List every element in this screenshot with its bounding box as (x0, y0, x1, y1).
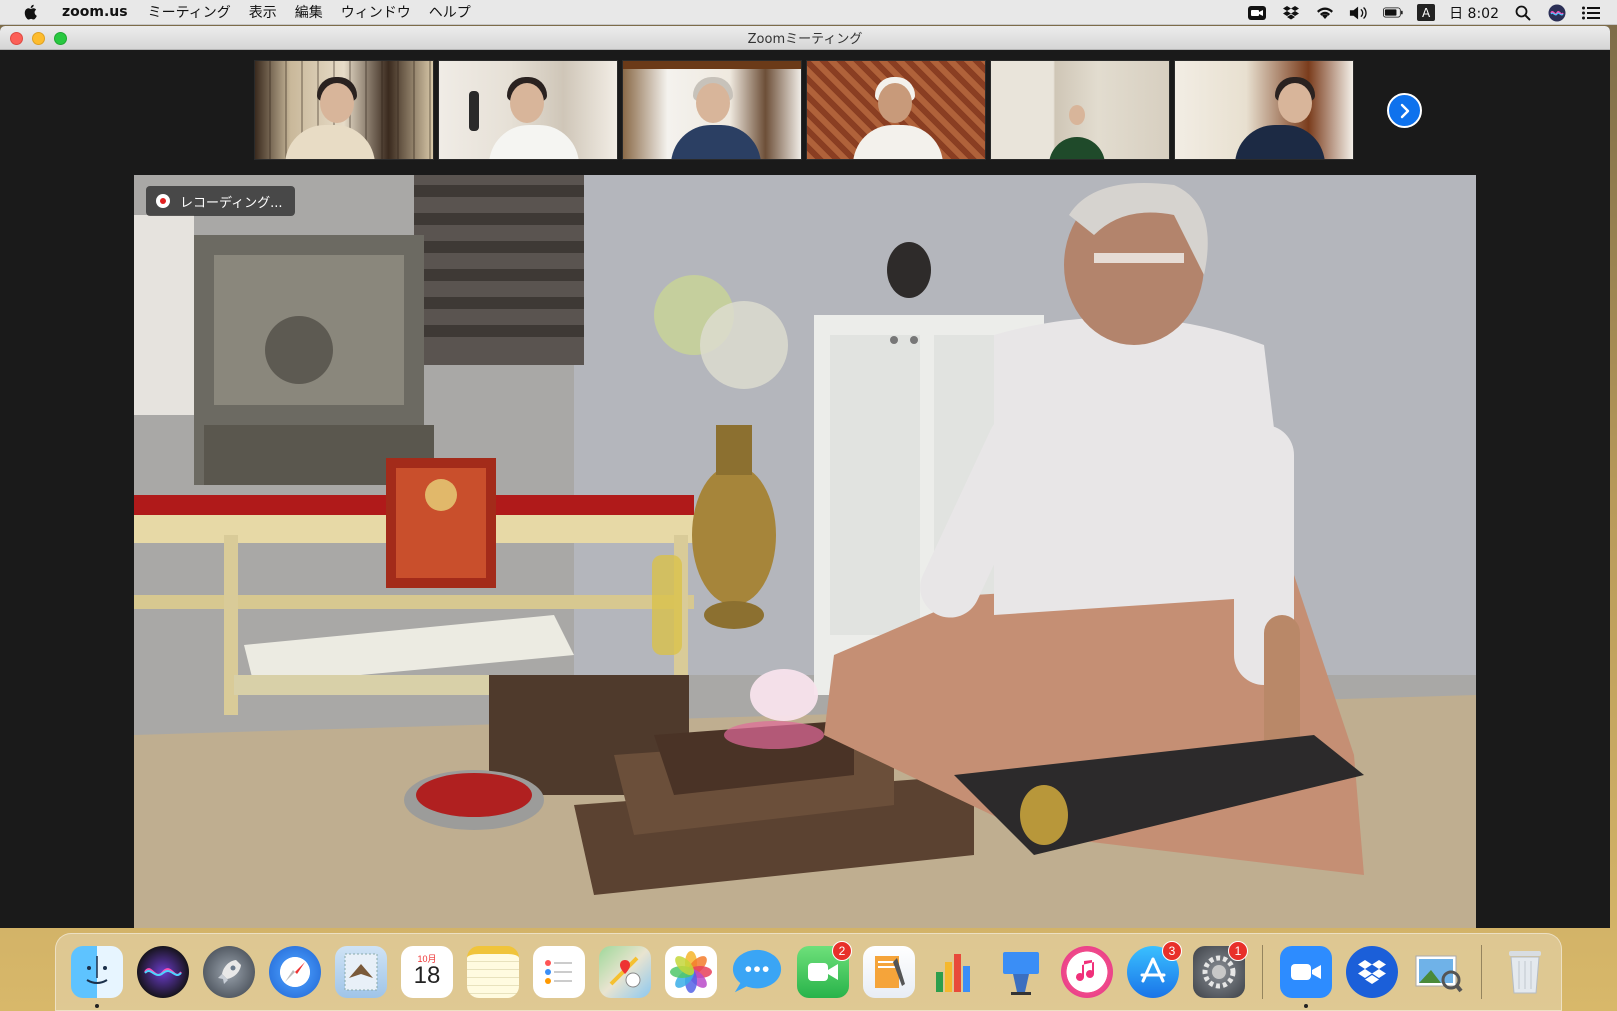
wifi-icon[interactable] (1315, 5, 1335, 21)
notification-center-icon[interactable] (1581, 5, 1601, 21)
compass-icon (269, 946, 321, 998)
dock-system-preferences[interactable]: 1 (1190, 941, 1248, 1001)
siri-icon (137, 946, 189, 998)
trash-icon (1499, 946, 1551, 998)
menu-bar: zoom.us ミーティング 表示 編集 ウィンドウ ヘルプ A 日 8:02 (0, 0, 1617, 25)
dock-reminders[interactable] (530, 943, 588, 1001)
input-method-indicator[interactable]: A (1417, 4, 1436, 21)
volume-icon[interactable] (1349, 5, 1369, 21)
recording-label: レコーディング... (180, 195, 283, 211)
dropbox-status-icon[interactable] (1281, 5, 1301, 21)
active-speaker-video[interactable]: レコーディング... (134, 175, 1476, 928)
dock-finder[interactable] (68, 943, 126, 1008)
window-title: Zoomミーティング (747, 32, 863, 47)
dock-pages[interactable] (860, 943, 918, 1001)
dock-siri[interactable] (134, 943, 192, 1001)
window-titlebar[interactable]: Zoomミーティング (0, 26, 1610, 50)
facetime-badge: 2 (832, 941, 852, 961)
dock-app-store[interactable]: 3 (1124, 941, 1182, 1001)
keynote-podium-icon (995, 946, 1047, 998)
participant-thumbnail[interactable] (990, 60, 1170, 160)
dock-separator (1262, 945, 1263, 999)
reminders-icon (533, 946, 585, 998)
next-page-button[interactable] (1387, 93, 1422, 128)
record-icon (156, 194, 170, 208)
speaker-video-frame (134, 175, 1476, 928)
dropbox-icon (1346, 946, 1398, 998)
participant-thumbnail[interactable] (806, 60, 986, 160)
zoom-status-icon[interactable] (1247, 5, 1267, 21)
bar-chart-icon (929, 946, 981, 998)
eagle-stamp-icon (335, 946, 387, 998)
menu-meeting[interactable]: ミーティング (148, 2, 231, 22)
zoom-meeting-window: Zoomミーティング レコーディング... (0, 26, 1610, 928)
app-menu[interactable]: zoom.us (62, 4, 128, 20)
calendar-day: 18 (413, 962, 441, 989)
dock-launchpad[interactable] (200, 943, 258, 1001)
dock-trash[interactable] (1496, 943, 1554, 1001)
dock-messages[interactable] (728, 943, 786, 1001)
dock-zoom[interactable] (1277, 943, 1335, 1008)
dock-numbers[interactable] (926, 943, 984, 1001)
dock: 10月 18 2 3 1 (55, 933, 1562, 1011)
photos-icon (665, 946, 717, 998)
menu-edit[interactable]: 編集 (295, 2, 323, 22)
participant-thumbnail[interactable] (1174, 60, 1354, 160)
calendar-icon: 10月 18 (401, 946, 453, 998)
messages-icon (731, 946, 783, 998)
music-note-icon (1061, 946, 1113, 998)
finder-icon (71, 946, 123, 998)
dock-facetime[interactable]: 2 (794, 941, 852, 1001)
participant-thumbnail[interactable] (254, 60, 434, 160)
menu-view[interactable]: 表示 (249, 2, 277, 22)
dock-calendar[interactable]: 10月 18 (398, 943, 456, 1001)
dock-separator (1481, 945, 1482, 999)
map-icon (599, 946, 651, 998)
rocket-icon (203, 946, 255, 998)
menu-window[interactable]: ウィンドウ (341, 2, 411, 22)
dock-music[interactable] (1058, 943, 1116, 1001)
battery-icon[interactable] (1383, 5, 1403, 21)
dock-keynote[interactable] (992, 943, 1050, 1001)
participant-thumbnail[interactable] (438, 60, 618, 160)
app-store-badge: 3 (1162, 941, 1182, 961)
zoom-icon (1280, 946, 1332, 998)
pages-icon (863, 946, 915, 998)
dock-preview[interactable] (1409, 943, 1467, 1001)
notes-icon (467, 946, 519, 998)
apple-icon[interactable] (22, 3, 40, 21)
dock-photos[interactable] (662, 943, 720, 1001)
dock-safari[interactable] (266, 943, 324, 1001)
minimize-window-button[interactable] (32, 32, 45, 45)
close-window-button[interactable] (10, 32, 23, 45)
chevron-right-icon (1400, 103, 1409, 118)
dock-notes[interactable] (464, 943, 522, 1001)
spotlight-search-icon[interactable] (1513, 5, 1533, 21)
maximize-window-button[interactable] (54, 32, 67, 45)
menu-help[interactable]: ヘルプ (429, 2, 471, 22)
participant-thumbnail-strip (254, 60, 1354, 160)
siri-icon[interactable] (1547, 4, 1567, 21)
participant-thumbnail[interactable] (622, 60, 802, 160)
clock[interactable]: 日 8:02 (1449, 3, 1499, 23)
recording-indicator[interactable]: レコーディング... (146, 186, 295, 216)
system-preferences-badge: 1 (1228, 941, 1248, 961)
preview-icon (1412, 946, 1464, 998)
dock-dropbox[interactable] (1343, 943, 1401, 1001)
dock-mail-eagle[interactable] (332, 943, 390, 1001)
dock-maps[interactable] (596, 943, 654, 1001)
